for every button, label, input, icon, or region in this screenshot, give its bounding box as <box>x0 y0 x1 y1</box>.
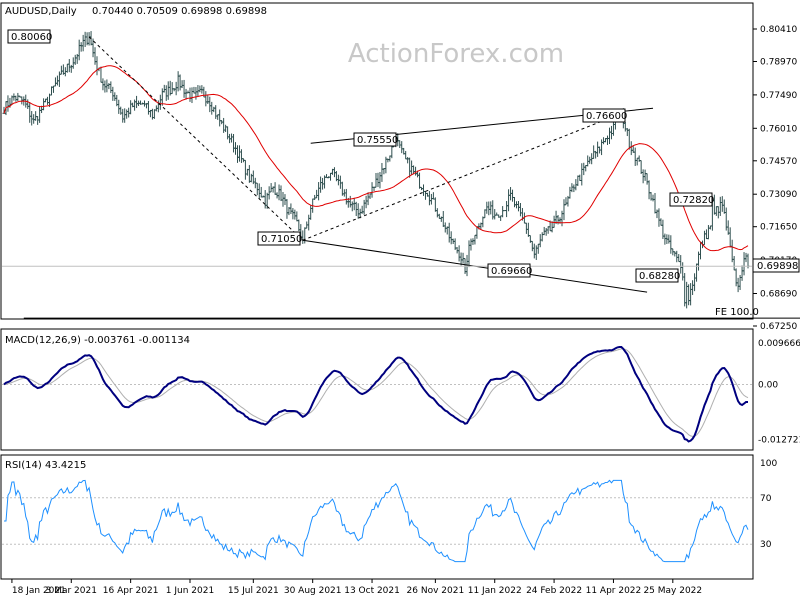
time-tick-label: 11 Jan 2022 <box>468 586 522 596</box>
time-tick-label: 30 Aug 2021 <box>284 586 342 596</box>
price-tick-label: 0.71650 <box>760 223 797 233</box>
price-annotation-label: 0.69660 <box>491 266 532 277</box>
price-tick-label: 0.68690 <box>760 290 797 300</box>
price-tick-label: 0.76010 <box>760 124 797 134</box>
rsi-tick-label: 30 <box>760 540 772 550</box>
price-annotation-label: 0.75550 <box>357 135 398 146</box>
price-tick-label: 0.77490 <box>760 91 797 101</box>
fe-label: FE 100.0 <box>715 307 759 318</box>
macd-panel <box>0 328 754 451</box>
price-tick-label: 0.73090 <box>760 190 797 200</box>
price-annotation-label: 0.80060 <box>11 32 52 43</box>
price-annotation-label: 0.76600 <box>586 111 627 122</box>
price-tick-label: 0.80410 <box>760 25 797 35</box>
price-tick-label: 0.74570 <box>760 157 797 167</box>
chart-svg: ActionForex.com AUDUSD,Daily 0.70440 0.7… <box>0 2 800 596</box>
price-annotation-label: 0.71050 <box>261 234 302 245</box>
price-tick-label: 0.78970 <box>760 57 797 67</box>
rsi-title: RSI(14) 43.4215 <box>5 460 86 471</box>
macd-tick-label: 0.00 <box>758 381 778 391</box>
current-price-label: 0.69898 <box>757 261 798 272</box>
time-tick-label: 13 Oct 2021 <box>344 586 400 596</box>
time-tick-label: 11 Apr 2022 <box>586 586 642 596</box>
rsi-panel <box>0 454 754 580</box>
price-annotation-label: 0.72820 <box>673 195 714 206</box>
time-tick-label: 16 Apr 2021 <box>103 586 159 596</box>
watermark: ActionForex.com <box>348 39 564 69</box>
price-title: AUDUSD,Daily <box>5 6 77 17</box>
macd-tick-label: 0.009666 <box>758 339 800 349</box>
time-tick-label: 15 Jul 2021 <box>228 586 279 596</box>
time-tick-label: 25 May 2022 <box>643 586 702 596</box>
rsi-tick-label: 70 <box>760 494 772 504</box>
macd-tick-label: -0.012721 <box>758 435 800 445</box>
time-tick-label: 1 Jun 2021 <box>166 586 214 596</box>
macd-title: MACD(12,26,9) -0.003761 -0.001134 <box>5 335 190 346</box>
price-tick-label: 0.67250 <box>760 322 797 332</box>
time-tick-label: 24 Feb 2022 <box>526 586 582 596</box>
rsi-tick-label: 100 <box>760 459 777 469</box>
time-tick-label: 26 Nov 2021 <box>407 586 465 596</box>
price-annotation-label: 0.68280 <box>639 271 680 282</box>
ohlc-values: 0.70440 0.70509 0.69898 0.69898 <box>92 6 267 17</box>
time-tick-label: 3 Mar 2021 <box>46 586 97 596</box>
